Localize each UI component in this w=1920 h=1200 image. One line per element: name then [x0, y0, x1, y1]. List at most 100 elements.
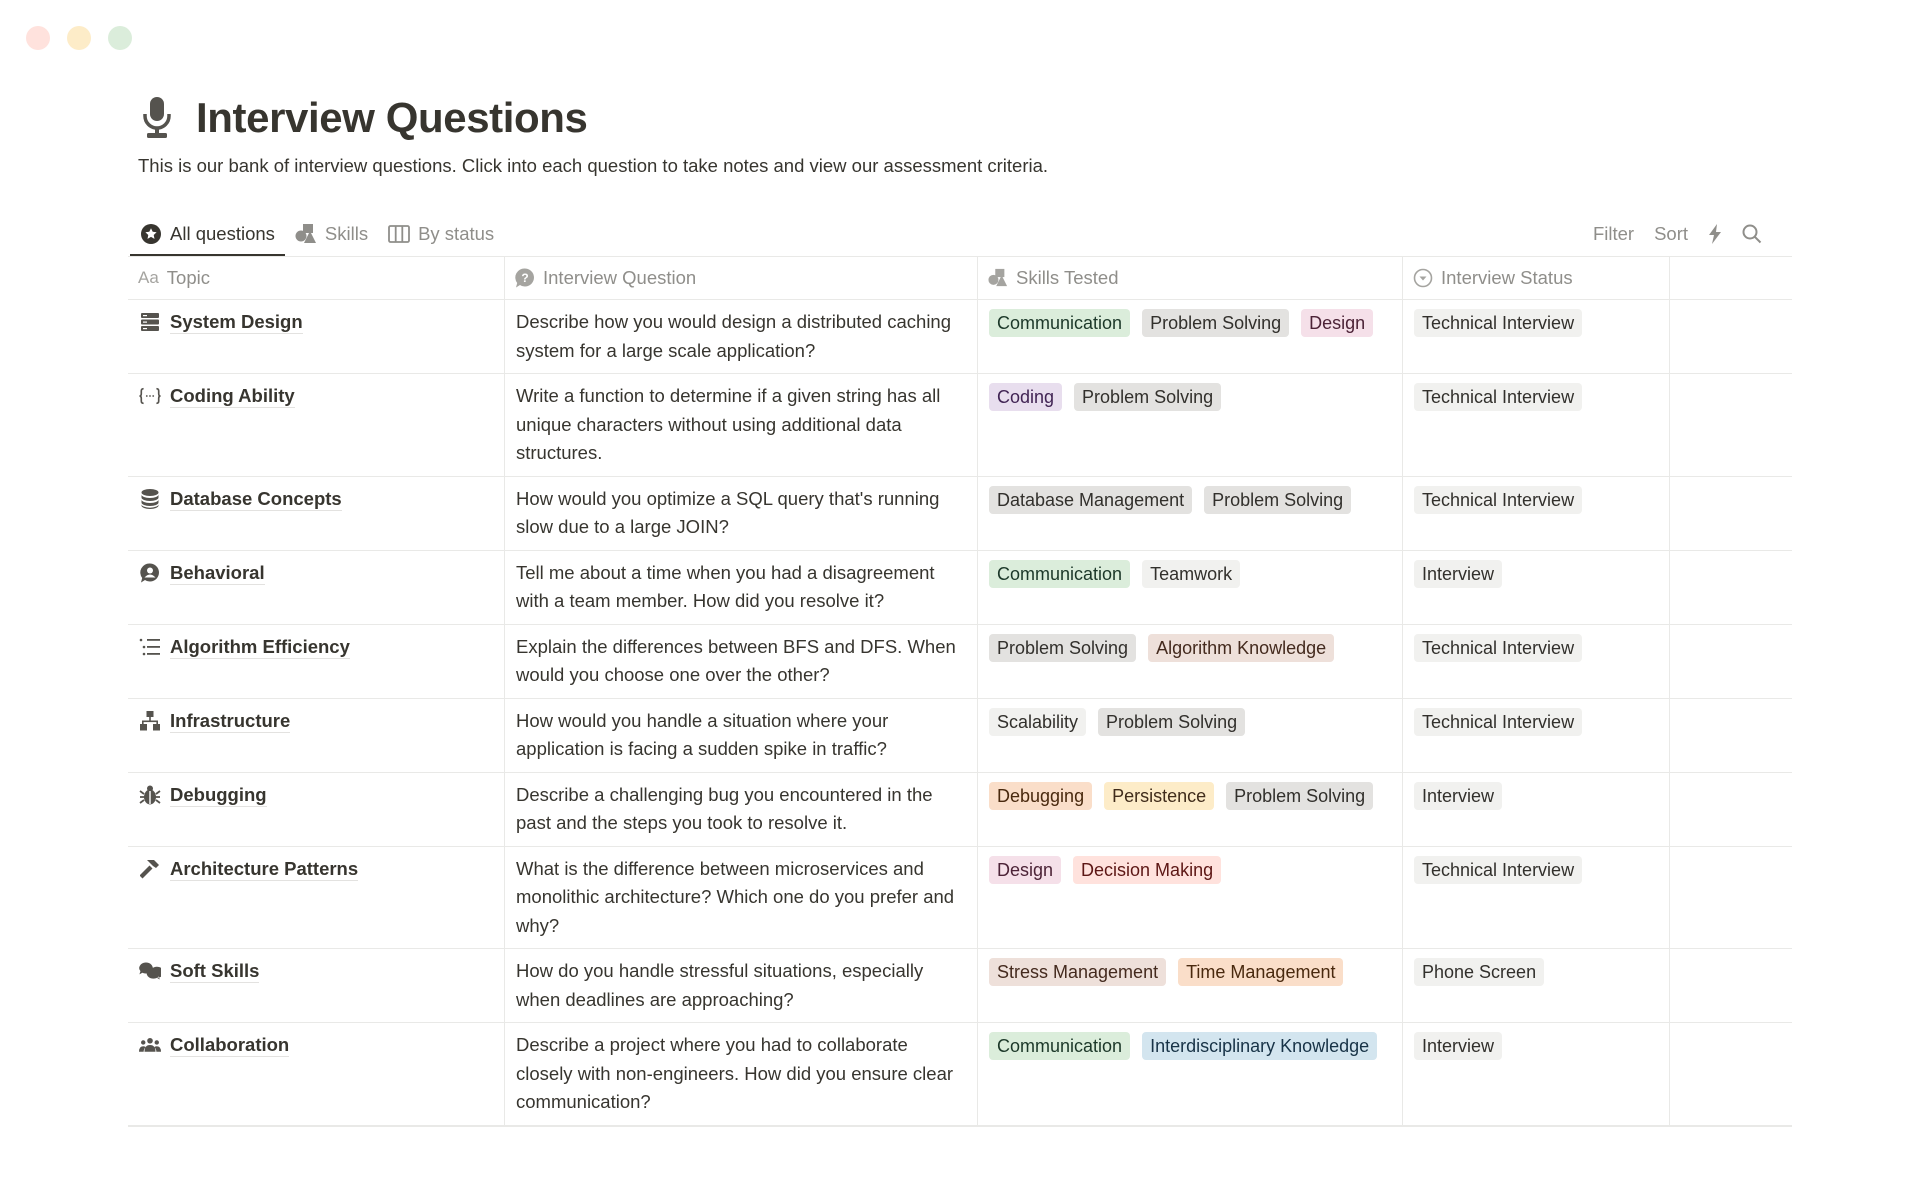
topic-cell[interactable]: Behavioral [128, 550, 505, 624]
topic-cell[interactable]: Coding Ability [128, 374, 505, 476]
tab-by-status[interactable]: By status [378, 212, 504, 256]
question-cell[interactable]: Tell me about a time when you had a disa… [505, 550, 978, 624]
server-icon [139, 308, 161, 336]
skill-tag: Communication [989, 559, 1131, 588]
skill-tag: Problem Solving [1074, 383, 1222, 411]
status-cell[interactable]: Technical Interview [1403, 698, 1670, 772]
question-text: Describe a project where you had to coll… [516, 1034, 954, 1112]
search-icon[interactable] [1742, 224, 1762, 244]
question-cell[interactable]: Describe how you would design a distribu… [505, 300, 978, 373]
column-label: Skills Tested [1016, 266, 1119, 288]
topic-cell[interactable]: Architecture Patterns [128, 846, 505, 948]
close-window-button[interactable] [26, 26, 50, 50]
status-cell[interactable]: Technical Interview [1403, 846, 1670, 948]
skill-tag: Teamwork [1142, 559, 1241, 588]
skills-cell[interactable]: Scalability Problem Solving [978, 698, 1403, 772]
database-icon [139, 485, 161, 513]
status-cell[interactable]: Technical Interview [1403, 374, 1670, 476]
status-badge: Interview [1414, 1032, 1503, 1060]
window-controls [26, 26, 132, 50]
table-row[interactable]: Algorithm Efficiency Explain the differe… [128, 624, 1792, 699]
topic-link[interactable]: Debugging [170, 784, 267, 807]
status-cell[interactable]: Technical Interview [1403, 300, 1670, 373]
topic-link[interactable]: Infrastructure [170, 710, 291, 733]
topic-link[interactable]: Architecture Patterns [170, 858, 359, 881]
skill-tag: Persistence [1104, 781, 1215, 810]
minimize-window-button[interactable] [67, 26, 91, 50]
filter-button[interactable]: Filter [1593, 223, 1634, 245]
table-row[interactable]: Debugging Describe a challenging bug you… [128, 772, 1792, 847]
question-cell[interactable]: What is the difference between microserv… [505, 846, 978, 948]
question-cell[interactable]: How would you optimize a SQL query that'… [505, 476, 978, 550]
topic-link[interactable]: Database Concepts [170, 488, 342, 511]
topic-cell[interactable]: Algorithm Efficiency [128, 624, 505, 698]
skills-cell[interactable]: Communication Teamwork [978, 550, 1403, 624]
skills-cell[interactable]: Design Decision Making [978, 846, 1403, 948]
column-header-status[interactable]: Interview Status [1403, 257, 1670, 299]
maximize-window-button[interactable] [108, 26, 132, 50]
skill-tag: Design [1301, 309, 1374, 337]
topic-link[interactable]: Algorithm Efficiency [170, 636, 350, 659]
table-row[interactable]: Soft Skills How do you handle stressful … [128, 949, 1792, 1023]
topic-cell[interactable]: Database Concepts [128, 476, 505, 550]
skills-cell[interactable]: Communication Interdisciplinary Knowledge [978, 1023, 1403, 1125]
status-cell[interactable]: Interview [1403, 772, 1670, 846]
question-cell[interactable]: Explain the differences between BFS and … [505, 624, 978, 698]
skills-cell[interactable]: Problem Solving Algorithm Knowledge [978, 624, 1403, 698]
svg-text:?: ? [521, 271, 528, 285]
topic-cell[interactable]: Soft Skills [128, 949, 505, 1022]
microphone-icon[interactable] [138, 95, 176, 141]
topic-link[interactable]: Coding Ability [170, 385, 295, 408]
topic-link[interactable]: Soft Skills [170, 960, 260, 983]
skill-tag: Design [989, 855, 1062, 884]
skills-cell[interactable]: Communication Problem Solving Design [978, 300, 1403, 373]
table-row[interactable]: Infrastructure How would you handle a si… [128, 698, 1792, 773]
status-cell[interactable]: Interview [1403, 550, 1670, 624]
skills-cell[interactable]: Stress Management Time Management [978, 949, 1403, 1022]
bug-icon [139, 781, 161, 809]
topic-cell[interactable]: Debugging [128, 772, 505, 846]
status-cell[interactable]: Technical Interview [1403, 476, 1670, 550]
question-cell[interactable]: Describe a challenging bug you encounter… [505, 772, 978, 846]
question-cell[interactable]: How do you handle stressful situations, … [505, 949, 978, 1022]
question-cell[interactable]: Describe a project where you had to coll… [505, 1023, 978, 1125]
question-cell[interactable]: How would you handle a situation where y… [505, 698, 978, 772]
topic-link[interactable]: Behavioral [170, 562, 265, 585]
column-header-skills[interactable]: Skills Tested [978, 257, 1403, 299]
question-text: How do you handle stressful situations, … [516, 960, 924, 1010]
topic-link[interactable]: Collaboration [170, 1034, 290, 1057]
skill-tag: Communication [989, 309, 1131, 337]
table-row[interactable]: Database Concepts How would you optimize… [128, 476, 1792, 551]
sort-button[interactable]: Sort [1654, 223, 1688, 245]
skills-cell[interactable]: Debugging Persistence Problem Solving [978, 772, 1403, 846]
column-label: Topic [166, 266, 210, 288]
table-row[interactable]: Coding Ability Write a function to deter… [128, 374, 1792, 477]
column-header-question[interactable]: ? Interview Question [505, 257, 978, 299]
table-row[interactable]: Collaboration Describe a project where y… [128, 1023, 1792, 1125]
topic-cell[interactable]: Infrastructure [128, 698, 505, 772]
skills-cell[interactable]: Database Management Problem Solving [978, 476, 1403, 550]
question-cell[interactable]: Write a function to determine if a given… [505, 374, 978, 476]
tab-all-questions[interactable]: All questions [130, 212, 285, 257]
table-row[interactable]: Behavioral Tell me about a time when you… [128, 550, 1792, 625]
skills-tags: Design Decision Making [989, 855, 1391, 884]
skills-cell[interactable]: Coding Problem Solving [978, 374, 1403, 476]
tab-skills[interactable]: Skills [285, 212, 378, 256]
topic-cell[interactable]: System Design [128, 300, 505, 373]
add-column-area[interactable] [1670, 257, 1792, 299]
status-cell[interactable]: Interview [1403, 1023, 1670, 1125]
column-label: Interview Question [543, 266, 697, 288]
table-row[interactable]: System Design Describe how you would des… [128, 300, 1792, 374]
person-bubble-icon [139, 559, 161, 587]
status-cell[interactable]: Phone Screen [1403, 949, 1670, 1022]
status-cell[interactable]: Technical Interview [1403, 624, 1670, 698]
topic-cell[interactable]: Collaboration [128, 1023, 505, 1125]
skill-tag: Problem Solving [1142, 309, 1290, 337]
table-row[interactable]: Architecture Patterns What is the differ… [128, 846, 1792, 949]
lightning-icon[interactable] [1708, 224, 1722, 244]
topic-link[interactable]: System Design [170, 311, 303, 334]
column-header-topic[interactable]: Aa Topic [128, 257, 505, 299]
skill-tag: Stress Management [989, 958, 1167, 986]
skill-tag: Scalability [989, 707, 1087, 736]
board-columns-icon [388, 223, 410, 245]
